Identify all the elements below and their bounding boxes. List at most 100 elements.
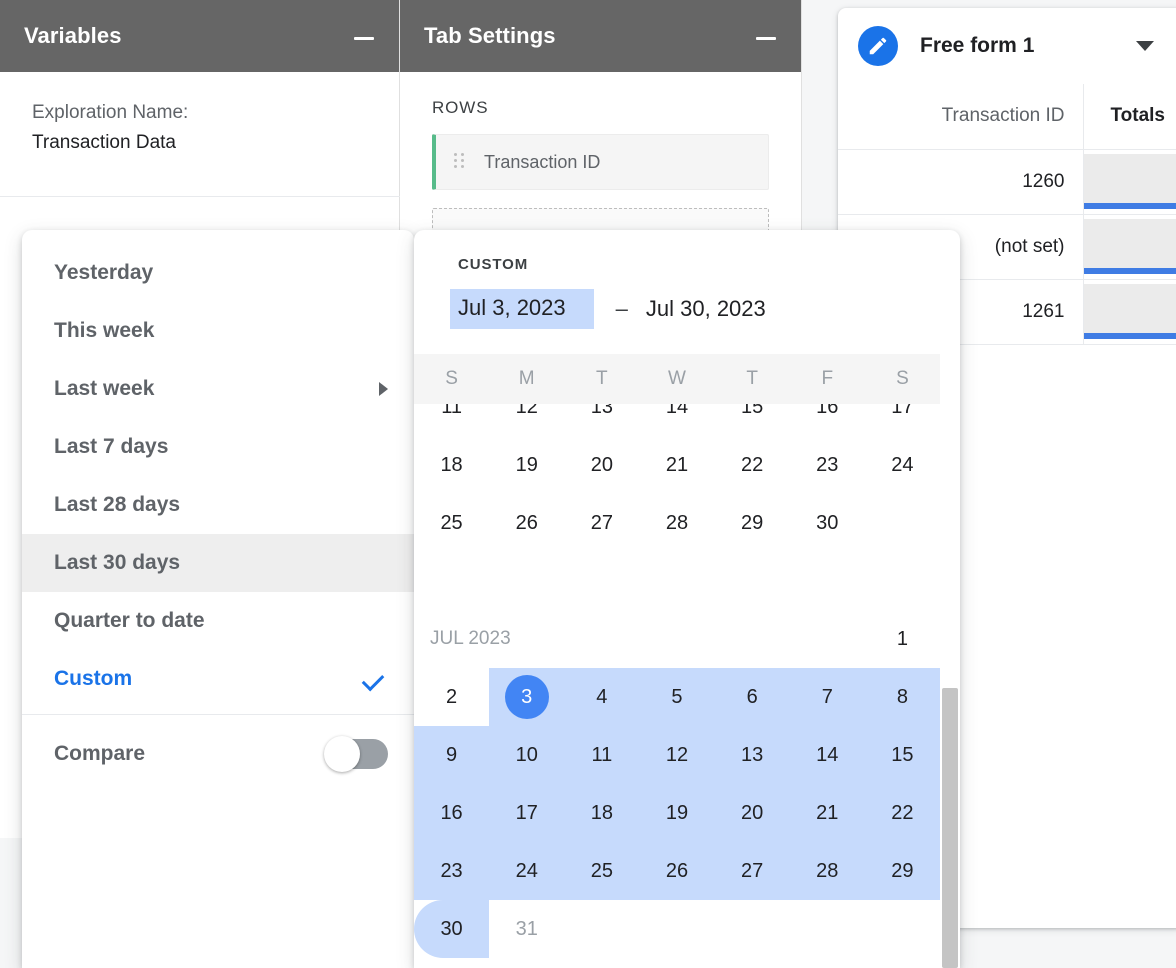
calendar-day-number: 3 xyxy=(521,685,533,708)
calendar-day[interactable]: 27 xyxy=(714,842,790,900)
calendar-day-number: 19 xyxy=(665,801,689,824)
menu-item-yesterday[interactable]: Yesterday xyxy=(22,244,414,302)
column-header-totals[interactable]: Totals xyxy=(1083,84,1176,150)
calendar-day[interactable]: 6 xyxy=(714,668,790,726)
calendar-day[interactable]: 15 xyxy=(864,726,940,784)
calendar-day[interactable]: 1 xyxy=(865,610,940,668)
chevron-right-icon xyxy=(379,382,388,396)
calendar-day[interactable]: 12 xyxy=(639,726,715,784)
calendar-day[interactable]: 19 xyxy=(489,436,564,494)
calendar-day[interactable]: 29 xyxy=(864,842,940,900)
minimize-icon[interactable] xyxy=(353,25,375,47)
toggle-knob xyxy=(324,736,360,772)
calendar-day[interactable]: 24 xyxy=(865,436,940,494)
menu-item-label: Last 7 days xyxy=(54,435,169,458)
calendar-day[interactable]: 17 xyxy=(865,404,940,436)
calendar-day[interactable]: 26 xyxy=(639,842,715,900)
calendar-day[interactable]: 5 xyxy=(639,668,715,726)
calendar-day[interactable]: 30 xyxy=(790,494,865,552)
calendar-day[interactable]: 11 xyxy=(564,726,640,784)
calendar-scrollbar-thumb[interactable] xyxy=(942,688,958,968)
cell-dimension: 1260 xyxy=(838,148,1084,215)
calendar-day[interactable]: 7 xyxy=(789,668,865,726)
calendar-day[interactable]: 20 xyxy=(564,436,639,494)
calendar-day[interactable]: 14 xyxy=(789,726,865,784)
calendar-day-number: 23 xyxy=(440,859,463,882)
weekday-label: T xyxy=(596,368,608,389)
calendar-day[interactable]: 21 xyxy=(639,436,714,494)
calendar-day-number: 24 xyxy=(891,453,914,476)
calendar-day[interactable]: 17 xyxy=(489,784,565,842)
calendar-day[interactable]: 21 xyxy=(789,784,865,842)
calendar-day[interactable]: 30 xyxy=(414,900,490,958)
bar-track xyxy=(1083,218,1176,274)
exploration-name-value[interactable]: Transaction Data xyxy=(32,128,367,158)
calendar-day-number: 9 xyxy=(446,743,458,766)
calendar-day[interactable]: 13 xyxy=(714,726,790,784)
calendar-day-number: 8 xyxy=(896,685,908,708)
menu-item-last-week[interactable]: Last week xyxy=(22,360,414,418)
calendar-day[interactable]: 25 xyxy=(564,842,640,900)
calendar-day[interactable]: 4 xyxy=(564,668,640,726)
calendar-day[interactable]: 14 xyxy=(639,404,714,436)
calendar-day[interactable]: 20 xyxy=(714,784,790,842)
menu-item-last-30-days[interactable]: Last 30 days xyxy=(22,534,414,592)
calendar-day[interactable]: 23 xyxy=(790,436,865,494)
menu-item-this-week[interactable]: This week xyxy=(22,302,414,360)
end-date-input[interactable]: Jul 30, 2023 xyxy=(646,296,766,322)
calendar-range-inputs: Jul 3, 2023 – Jul 30, 2023 xyxy=(450,289,960,329)
menu-item-custom[interactable]: Custom xyxy=(22,650,414,708)
drag-handle-icon[interactable] xyxy=(454,153,464,171)
calendar-day[interactable]: 12 xyxy=(489,404,564,436)
calendar-day[interactable]: 27 xyxy=(564,494,639,552)
row-chip-transaction-id[interactable]: Transaction ID xyxy=(432,134,769,190)
weekday-label: S xyxy=(896,368,909,389)
menu-item-label: Last week xyxy=(54,377,155,400)
calendar-day[interactable]: 2 xyxy=(414,668,489,726)
check-icon xyxy=(364,667,388,691)
menu-item-quarter-to-date[interactable]: Quarter to date xyxy=(22,592,414,650)
calendar-day-number: 27 xyxy=(741,859,764,882)
menu-item-last-28-days[interactable]: Last 28 days xyxy=(22,476,414,534)
calendar-day-number: 28 xyxy=(816,859,839,882)
calendar-day[interactable]: 9 xyxy=(414,726,490,784)
calendar-day[interactable]: 15 xyxy=(715,404,790,436)
calendar-day[interactable]: 16 xyxy=(790,404,865,436)
tab-settings-panel-body: ROWS Transaction ID xyxy=(400,72,801,256)
calendar-day[interactable]: 10 xyxy=(489,726,565,784)
table-row[interactable]: 1260 xyxy=(838,148,1176,215)
calendar-day-empty xyxy=(865,494,940,552)
calendar-day[interactable]: 28 xyxy=(639,494,714,552)
calendar-day[interactable]: 22 xyxy=(715,436,790,494)
calendar-day[interactable]: 29 xyxy=(715,494,790,552)
calendar-day[interactable]: 23 xyxy=(414,842,490,900)
calendar-day[interactable]: 22 xyxy=(864,784,940,842)
calendar-day[interactable]: 18 xyxy=(414,436,489,494)
chevron-down-icon[interactable] xyxy=(1136,41,1154,51)
calendar-day[interactable]: 31 xyxy=(489,900,564,958)
calendar-day[interactable]: 16 xyxy=(414,784,490,842)
menu-item-last-7-days[interactable]: Last 7 days xyxy=(22,418,414,476)
bar-value xyxy=(1083,332,1176,339)
compare-row[interactable]: Compare xyxy=(22,721,414,787)
calendar-week-row: 25 26 27 28 29 30 xyxy=(414,494,940,552)
calendar-day[interactable]: 3 xyxy=(489,668,565,726)
calendar-day[interactable]: 11 xyxy=(414,404,489,436)
minimize-icon[interactable] xyxy=(755,25,777,47)
start-date-input[interactable]: Jul 3, 2023 xyxy=(450,289,594,329)
calendar-day[interactable]: 13 xyxy=(564,404,639,436)
calendar-day[interactable]: 24 xyxy=(489,842,565,900)
calendar-day[interactable]: 19 xyxy=(639,784,715,842)
compare-toggle[interactable] xyxy=(324,736,388,772)
calendar-day[interactable]: 25 xyxy=(414,494,489,552)
calendar-day-empty xyxy=(564,552,639,610)
calendar-day[interactable]: 18 xyxy=(564,784,640,842)
column-header-dimension[interactable]: Transaction ID xyxy=(838,84,1084,150)
calendar-day[interactable]: 28 xyxy=(789,842,865,900)
calendar-day-number: 16 xyxy=(440,801,463,824)
calendar-week-row: 18 19 20 21 22 23 24 xyxy=(414,436,940,494)
calendar-day-number: 12 xyxy=(515,404,538,418)
calendar-day[interactable]: 8 xyxy=(864,668,940,726)
calendar-day[interactable]: 26 xyxy=(489,494,564,552)
calendar-scroll-viewport[interactable]: 11 12 13 14 15 16 17 18 19 20 21 22 23 24 25 26 27 28 29 30… xyxy=(414,404,960,968)
